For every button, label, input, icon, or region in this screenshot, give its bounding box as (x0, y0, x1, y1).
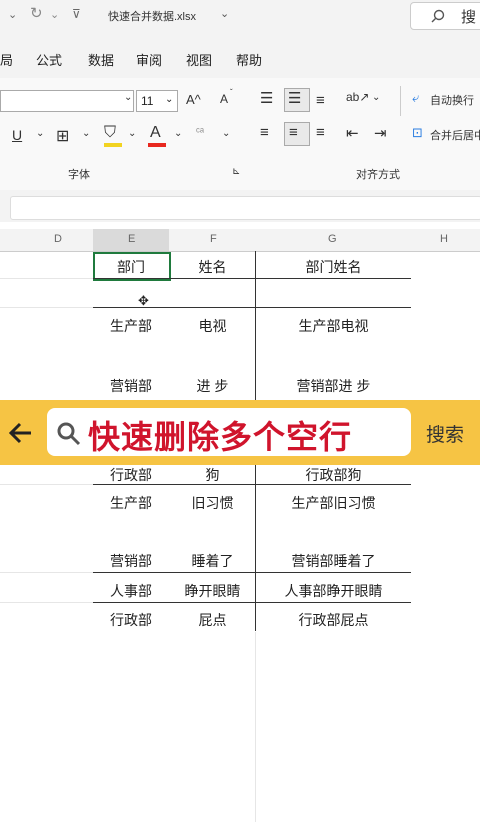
column-header-e[interactable]: E (128, 233, 135, 245)
cell-dept[interactable]: 生产部 (93, 493, 169, 513)
header-name[interactable]: 姓名 (170, 257, 255, 277)
orientation-chevron-icon[interactable]: ⌄ (372, 92, 380, 103)
cell-combined[interactable]: 营销部进 步 (256, 376, 411, 396)
gridline (0, 278, 93, 279)
menu-item-formulas[interactable]: 公式 (36, 50, 62, 69)
column-header-f[interactable]: F (210, 233, 217, 245)
menu-item-help[interactable]: 帮助 (236, 50, 262, 69)
header-combined[interactable]: 部门姓名 (256, 257, 411, 277)
search-button[interactable]: 搜索 (426, 420, 464, 447)
wrap-text-button[interactable]: 自动换行 (430, 92, 474, 108)
borders-icon[interactable]: ⊞ (56, 126, 69, 146)
title-dropdown-icon[interactable]: ⌄ (220, 7, 229, 20)
gridline (0, 307, 93, 308)
fill-color-swatch (104, 143, 122, 147)
formula-input[interactable] (10, 196, 480, 220)
font-name-chevron-icon[interactable]: ⌄ (124, 92, 132, 103)
align-center-icon: ≡ (289, 124, 298, 141)
customize-icon[interactable]: ⊽ (72, 7, 81, 21)
group-label-font: 字体 (68, 169, 90, 181)
cell-dept[interactable]: 行政部 (93, 610, 169, 630)
shrink-font-arrow-icon: ˇ (230, 88, 233, 97)
underline-chevron-icon[interactable]: ⌄ (36, 128, 44, 139)
cell-combined[interactable]: 行政部屁点 (256, 610, 411, 630)
menu-item-data[interactable]: 数据 (88, 50, 114, 69)
borders-chevron-icon[interactable]: ⌄ (82, 128, 90, 139)
font-name-combo[interactable] (0, 90, 134, 112)
row-border (93, 278, 411, 279)
increase-indent-icon[interactable]: ⇥ (374, 124, 387, 142)
phonetic-chevron-icon[interactable]: ⌄ (222, 128, 230, 139)
cell-dept[interactable]: 营销部 (93, 376, 169, 396)
cell-dept[interactable]: 生产部 (93, 316, 169, 336)
gridline (255, 632, 256, 822)
menu-item-layout[interactable]: 局 (0, 50, 13, 69)
cell-name[interactable]: 睁开眼睛 (170, 581, 255, 601)
phonetic-icon[interactable]: ᶜᵃ (196, 126, 204, 138)
cell-dept[interactable]: 行政部 (93, 465, 169, 485)
cell-combined[interactable]: 生产部旧习惯 (256, 493, 411, 513)
header-dept[interactable]: 部门 (93, 257, 169, 277)
cell-name[interactable]: 旧习惯 (170, 493, 255, 513)
merge-center-icon[interactable]: ⊡ (412, 125, 423, 141)
align-middle-icon: ☰ (288, 90, 302, 107)
cell-combined[interactable]: 行政部狗 (256, 465, 411, 485)
column-header-d[interactable]: D (54, 233, 62, 245)
gridline (0, 602, 93, 603)
redo-dropdown-icon[interactable]: ⌄ (50, 8, 59, 21)
font-color-chevron-icon[interactable]: ⌄ (174, 128, 182, 139)
font-size-combo[interactable]: 11 ⌄ (136, 90, 178, 112)
font-dialog-launcher-icon[interactable]: ⊾ (232, 166, 240, 177)
save-chevron-icon[interactable]: ⌄ (8, 8, 17, 21)
gridline (0, 484, 93, 485)
cell-dept[interactable]: 人事部 (93, 581, 169, 601)
title-search-label: 搜 (461, 9, 477, 26)
row-border (93, 572, 411, 573)
fill-color-icon[interactable]: ⛉ (104, 124, 116, 142)
cell-name[interactable]: 电视 (170, 316, 255, 336)
cell-name[interactable]: 进 步 (170, 376, 255, 396)
search-icon (431, 9, 445, 23)
menu-item-review[interactable]: 审阅 (136, 50, 162, 69)
search-query[interactable]: 快速删除多个空行 (88, 412, 352, 458)
shrink-font-button[interactable]: A (220, 92, 228, 106)
cell-combined[interactable]: 营销部睡着了 (256, 551, 411, 571)
underline-button[interactable]: U (12, 127, 22, 143)
align-top-icon[interactable]: ☰ (260, 89, 273, 107)
grow-font-button[interactable]: A^ (186, 92, 201, 107)
cell-name[interactable]: 屁点 (170, 610, 255, 630)
cell-name[interactable]: 狗 (170, 465, 255, 485)
font-size-chevron-icon: ⌄ (165, 94, 174, 105)
search-icon (57, 422, 81, 446)
cursor-move-icon: ✥ (138, 293, 149, 308)
column-header-g[interactable]: G (328, 233, 337, 245)
wrap-text-icon[interactable]: ⤶ (412, 90, 419, 106)
align-bottom-icon[interactable]: ≡ (316, 92, 325, 109)
align-right-icon[interactable]: ≡ (316, 124, 325, 141)
cell-dept[interactable]: 营销部 (93, 551, 169, 571)
merge-center-button[interactable]: 合并后居中 (430, 127, 480, 143)
menu-item-view[interactable]: 视图 (186, 50, 212, 69)
decrease-indent-icon[interactable]: ⇤ (346, 124, 359, 142)
align-left-icon[interactable]: ≡ (260, 124, 269, 141)
column-header-row (0, 229, 480, 252)
font-size-value: 11 (141, 94, 154, 108)
fill-color-chevron-icon[interactable]: ⌄ (128, 128, 136, 139)
column-header-h[interactable]: H (440, 233, 448, 245)
cell-name[interactable]: 睡着了 (170, 551, 255, 571)
font-color-swatch (148, 143, 166, 147)
title-search-box[interactable]: 搜 (410, 2, 480, 30)
group-label-alignment: 对齐方式 (356, 169, 400, 181)
file-title: 快速合并数据.xlsx (108, 11, 196, 23)
row-border (93, 602, 411, 603)
redo-icon[interactable]: ↻ (30, 4, 43, 22)
cell-combined[interactable]: 生产部电视 (256, 316, 411, 336)
cell-combined[interactable]: 人事部睁开眼睛 (256, 581, 411, 601)
gridline (0, 572, 93, 573)
back-arrow-icon[interactable] (8, 420, 34, 446)
orientation-icon[interactable]: ab↗ (346, 90, 369, 104)
ribbon-divider (400, 86, 401, 116)
font-color-button[interactable]: A (150, 124, 161, 142)
